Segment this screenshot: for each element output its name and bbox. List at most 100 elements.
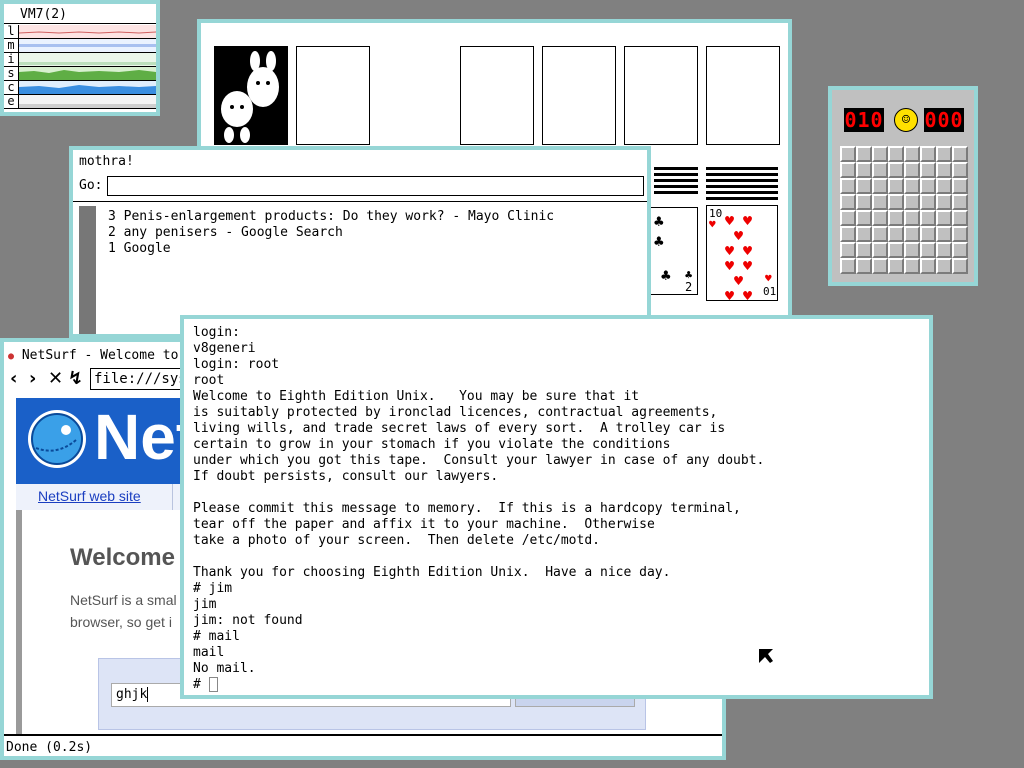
stats-graph-syscall bbox=[19, 67, 156, 81]
mine-cell[interactable] bbox=[856, 258, 872, 274]
stats-title: VM7(2) bbox=[4, 6, 156, 24]
welcome-heading: Welcome bbox=[70, 544, 175, 571]
mine-cell[interactable] bbox=[952, 226, 968, 242]
heart-suit-icon: ♥ ♥ ♥ ♥ ♥ ♥ ♥ ♥ ♥ ♥ bbox=[725, 212, 753, 305]
mine-cell[interactable] bbox=[856, 178, 872, 194]
mine-cell[interactable] bbox=[904, 242, 920, 258]
mine-cell[interactable] bbox=[936, 242, 952, 258]
mine-cell[interactable] bbox=[856, 146, 872, 162]
mine-cell[interactable] bbox=[856, 242, 872, 258]
mine-cell[interactable] bbox=[936, 146, 952, 162]
terminal-output[interactable]: login: v8generi login: root root Welcome to… bbox=[193, 325, 764, 693]
terminal-line: tear off the paper and affix it to your … bbox=[193, 517, 655, 532]
mine-cell[interactable] bbox=[920, 258, 936, 274]
mine-cell[interactable] bbox=[888, 242, 904, 258]
reload-icon[interactable]: ↯ bbox=[68, 368, 83, 389]
club-suit-icon: ♣ bbox=[654, 232, 664, 251]
minesweeper-window[interactable]: 010 ☺ 000 bbox=[828, 86, 978, 286]
mine-cell[interactable] bbox=[904, 178, 920, 194]
mine-cell[interactable] bbox=[856, 194, 872, 210]
terminal-window[interactable]: login: v8generi login: root root Welcome to… bbox=[180, 315, 933, 699]
mine-cell[interactable] bbox=[840, 258, 856, 274]
forward-icon[interactable]: › bbox=[29, 368, 36, 389]
mine-cell[interactable] bbox=[920, 178, 936, 194]
mine-cell[interactable] bbox=[952, 162, 968, 178]
mine-cell[interactable] bbox=[840, 146, 856, 162]
go-input[interactable] bbox=[107, 176, 644, 196]
mine-cell[interactable] bbox=[936, 162, 952, 178]
mine-cell[interactable] bbox=[872, 146, 888, 162]
netsurf-web-site-link[interactable]: NetSurf web site bbox=[38, 488, 141, 504]
terminal-line: mail bbox=[193, 645, 225, 660]
mine-cell[interactable] bbox=[904, 162, 920, 178]
mine-cell[interactable] bbox=[952, 178, 968, 194]
foundation-4[interactable] bbox=[706, 46, 780, 145]
foundation-2[interactable] bbox=[542, 46, 616, 145]
mine-cell[interactable] bbox=[920, 162, 936, 178]
page-scrollbar[interactable] bbox=[16, 510, 22, 734]
mine-field[interactable] bbox=[840, 146, 968, 274]
mine-cell[interactable] bbox=[840, 210, 856, 226]
mine-cell[interactable] bbox=[856, 210, 872, 226]
mine-cell[interactable] bbox=[856, 162, 872, 178]
heart-ten-card[interactable]: 10 ♥ ♥ ♥ ♥ ♥ ♥ ♥ ♥ ♥ ♥ ♥ ♥ 01 bbox=[706, 205, 778, 305]
mine-cell[interactable] bbox=[904, 226, 920, 242]
text-cursor bbox=[147, 687, 157, 702]
mine-cell[interactable] bbox=[936, 194, 952, 210]
history-window[interactable]: mothra! Go: 3 Penis-enlargement products… bbox=[69, 146, 651, 338]
mine-cell[interactable] bbox=[952, 242, 968, 258]
mine-cell[interactable] bbox=[936, 178, 952, 194]
history-entry[interactable]: 2 any penisers - Google Search bbox=[108, 225, 343, 240]
mine-cell[interactable] bbox=[872, 242, 888, 258]
mine-cell[interactable] bbox=[856, 226, 872, 242]
scrollbar[interactable] bbox=[79, 206, 96, 334]
mine-cell[interactable] bbox=[872, 258, 888, 274]
mine-cell[interactable] bbox=[920, 226, 936, 242]
mine-cell[interactable] bbox=[952, 210, 968, 226]
waste-pile[interactable] bbox=[296, 46, 370, 145]
netsurf-titlebar[interactable]: ● NetSurf - Welcome to bbox=[8, 348, 178, 363]
mine-cell[interactable] bbox=[952, 194, 968, 210]
smiley-face-icon[interactable]: ☺ bbox=[894, 108, 918, 132]
mine-cell[interactable] bbox=[872, 162, 888, 178]
mine-cell[interactable] bbox=[888, 146, 904, 162]
mine-cell[interactable] bbox=[952, 146, 968, 162]
mine-cell[interactable] bbox=[904, 194, 920, 210]
mine-cell[interactable] bbox=[936, 210, 952, 226]
mine-cell[interactable] bbox=[936, 226, 952, 242]
mine-cell[interactable] bbox=[888, 258, 904, 274]
mine-cell[interactable] bbox=[936, 258, 952, 274]
mine-cell[interactable] bbox=[904, 210, 920, 226]
mine-cell[interactable] bbox=[840, 178, 856, 194]
history-entry[interactable]: 1 Google bbox=[108, 241, 171, 256]
mine-cell[interactable] bbox=[920, 210, 936, 226]
mine-cell[interactable] bbox=[888, 226, 904, 242]
mine-cell[interactable] bbox=[952, 258, 968, 274]
mine-cell[interactable] bbox=[840, 194, 856, 210]
mine-cell[interactable] bbox=[872, 226, 888, 242]
stock-pile[interactable] bbox=[214, 46, 288, 145]
mine-cell[interactable] bbox=[872, 194, 888, 210]
mine-cell[interactable] bbox=[840, 226, 856, 242]
mine-cell[interactable] bbox=[904, 146, 920, 162]
mine-cell[interactable] bbox=[904, 258, 920, 274]
tableau-column-7[interactable]: 10 ♥ ♥ ♥ ♥ ♥ ♥ ♥ ♥ ♥ ♥ ♥ ♥ 01 bbox=[706, 167, 780, 305]
back-icon[interactable]: ‹ bbox=[10, 368, 17, 389]
mine-cell[interactable] bbox=[840, 242, 856, 258]
mine-cell[interactable] bbox=[888, 178, 904, 194]
stop-icon[interactable]: ✕ bbox=[48, 368, 63, 389]
mine-cell[interactable] bbox=[888, 162, 904, 178]
mine-cell[interactable] bbox=[888, 210, 904, 226]
history-entry[interactable]: 3 Penis-enlargement products: Do they wo… bbox=[108, 209, 554, 224]
mine-cell[interactable] bbox=[920, 242, 936, 258]
mine-cell[interactable] bbox=[920, 146, 936, 162]
foundation-1[interactable] bbox=[460, 46, 534, 145]
foundation-3[interactable] bbox=[624, 46, 698, 145]
mine-cell[interactable] bbox=[920, 194, 936, 210]
mine-cell[interactable] bbox=[840, 162, 856, 178]
stats-window[interactable]: VM7(2) l m i s c e bbox=[0, 0, 160, 116]
mine-cell[interactable] bbox=[888, 194, 904, 210]
mine-cell[interactable] bbox=[872, 178, 888, 194]
mine-cell[interactable] bbox=[872, 210, 888, 226]
terminal-line: jim: not found bbox=[193, 613, 303, 628]
